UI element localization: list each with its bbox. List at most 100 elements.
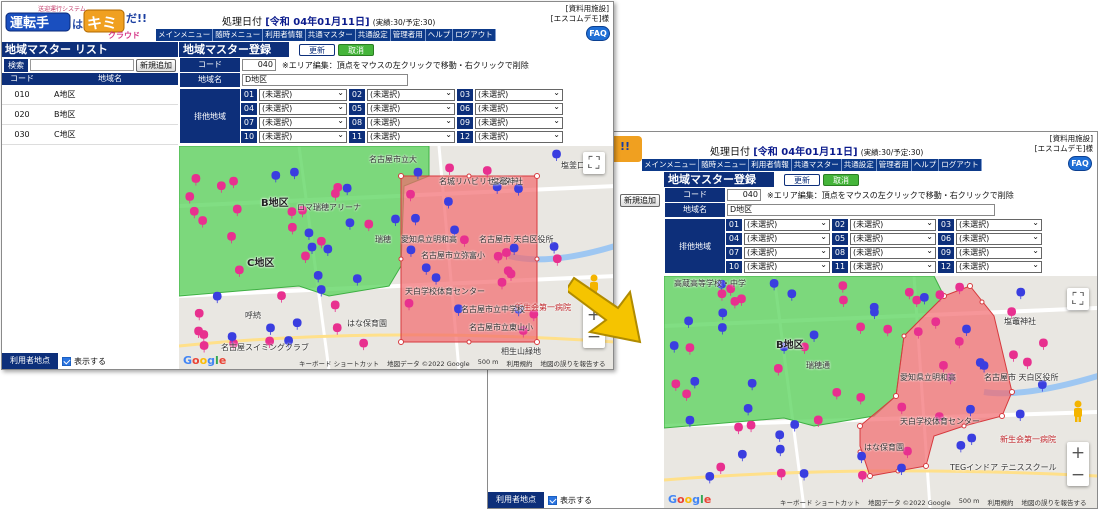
exclusive-slot-number: 06: [457, 103, 473, 115]
map-canvas-2[interactable]: [664, 276, 1097, 508]
show-users-checkbox[interactable]: [62, 356, 71, 366]
exclusive-slot-number: 01: [241, 89, 257, 101]
exclusive-area-select[interactable]: (未選択): [259, 103, 347, 115]
menu-item[interactable]: ヘルプ: [425, 29, 454, 41]
region-name: A地区: [54, 90, 76, 99]
user-points-toggle: 利用者地点 表示する: [2, 353, 178, 369]
menu-item[interactable]: メインメニュー: [156, 29, 214, 41]
exclusive-area-select[interactable]: (未選択): [956, 219, 1042, 231]
menu-item[interactable]: ヘルプ: [911, 159, 940, 171]
exclusive-areas-2: 排他地域 01(未選択)02(未選択)03(未選択)04(未選択)05(未選択)…: [664, 219, 1097, 273]
exclusive-area-select[interactable]: (未選択): [744, 233, 830, 245]
map-attribution-item: 500 m: [477, 358, 499, 366]
map-attribution-item[interactable]: キーボード ショートカット: [780, 497, 860, 507]
menu-item[interactable]: 随時メニュー: [699, 159, 750, 171]
menu-item[interactable]: 管理者用: [390, 29, 426, 41]
name-input-2[interactable]: D地区: [727, 204, 995, 216]
form-title-2: 地域マスター登録: [664, 172, 774, 187]
table-row[interactable]: 010 A地区: [2, 85, 178, 105]
exclusive-area-select[interactable]: (未選択): [367, 117, 455, 129]
update-button-2[interactable]: 更新: [784, 173, 820, 186]
faq-button-2[interactable]: FAQ: [1068, 156, 1092, 171]
name-input[interactable]: D地区: [242, 74, 408, 86]
menu-item[interactable]: 管理者用: [876, 159, 912, 171]
map-label-b-district-2: B地区: [776, 340, 804, 351]
menu-item[interactable]: 利用者情報: [263, 29, 306, 41]
map-view-2[interactable]: B地区 愛知県立明和高 名古屋市 天白区役所 天白学校体育センター 新生会第一病…: [664, 276, 1097, 508]
cancel-button-2[interactable]: 取消: [823, 173, 859, 186]
new-region-button-2[interactable]: 新規追加: [620, 194, 660, 207]
street-view-pegman-icon-2[interactable]: [1071, 400, 1085, 422]
map-label-mizuho-b: 瑞穂通: [806, 361, 830, 370]
edit-note-2: ※エリア編集：頂点をマウスの左クリックで移動・右クリックで削除: [767, 190, 1014, 200]
exclusive-area-select[interactable]: (未選択): [956, 247, 1042, 259]
fullscreen-button[interactable]: ⛶: [583, 152, 605, 174]
col-code-header: コード: [10, 74, 34, 83]
google-logo: Google: [183, 354, 227, 367]
exclusive-area-select[interactable]: (未選択): [475, 89, 563, 101]
show-users-checkbox-2[interactable]: [548, 495, 557, 505]
menu-item[interactable]: ログアウト: [939, 159, 982, 171]
main-menu-2: メインメニュー 随時メニュー 利用者情報 共通マスター 共通設定 管理者用 ヘルプ ログアウト: [642, 159, 982, 171]
map-attribution-item: 地図データ ©2022 Google: [387, 360, 470, 368]
exclusive-area-select[interactable]: (未選択): [744, 219, 830, 231]
exclusive-area-select[interactable]: (未選択): [744, 261, 830, 273]
exclusive-grid-2: 01(未選択)02(未選択)03(未選択)04(未選択)05(未選択)06(未選…: [726, 219, 1042, 273]
map-label-shiogamaguchi: 塩釜口: [561, 161, 585, 170]
menu-item[interactable]: ログアウト: [453, 29, 496, 41]
exclusive-area-select[interactable]: (未選択): [850, 247, 936, 259]
exclusive-area-select[interactable]: (未選択): [744, 247, 830, 259]
svg-text:運転手: 運転手: [10, 15, 49, 31]
show-users-label-2: 表示する: [560, 495, 592, 505]
exclusive-area-select[interactable]: (未選択): [367, 89, 455, 101]
fullscreen-button-2[interactable]: ⛶: [1067, 288, 1089, 310]
main-menu: メインメニュー 随時メニュー 利用者情報 共通マスター 共通設定 管理者用 ヘルプ ログアウト: [156, 29, 496, 41]
cancel-button[interactable]: 取消: [338, 43, 374, 56]
new-region-button[interactable]: 新規追加: [136, 58, 176, 72]
zoom-out-button-2[interactable]: −: [1067, 464, 1089, 486]
faq-button[interactable]: FAQ: [586, 26, 610, 41]
exclusive-area-select[interactable]: (未選択): [367, 103, 455, 115]
map-canvas[interactable]: [179, 146, 613, 369]
menu-item[interactable]: 共通マスター: [305, 29, 356, 41]
code-input[interactable]: 040: [242, 59, 276, 71]
map-view[interactable]: B地区 C地区 愛知県立明和高 名古屋市 天白区役所 天白学校体育センター 新生…: [179, 146, 613, 369]
map-attribution-item[interactable]: 利用規約: [988, 497, 1014, 507]
menu-item[interactable]: メインメニュー: [642, 159, 700, 171]
exclusive-area-select[interactable]: (未選択): [956, 233, 1042, 245]
map-attribution-item[interactable]: キーボード ショートカット: [299, 358, 379, 368]
search-input[interactable]: [30, 59, 134, 71]
user-points-toggle-2: 利用者地点 表示する: [488, 492, 662, 508]
map-attribution-item[interactable]: 地図の誤りを報告する: [541, 358, 606, 368]
map-attribution-item[interactable]: 利用規約: [507, 358, 533, 368]
menu-item[interactable]: 共通設定: [841, 159, 877, 171]
exclusive-slot-number: 10: [241, 131, 257, 143]
menu-item[interactable]: 共通設定: [355, 29, 391, 41]
code-row-2: コード 040 ※エリア編集：頂点をマウスの左クリックで移動・右クリックで削除: [664, 188, 1097, 202]
exclusive-area-select[interactable]: (未選択): [259, 117, 347, 129]
zoom-in-button-2[interactable]: +: [1067, 442, 1089, 464]
table-row[interactable]: 020 B地区: [2, 105, 178, 125]
map-label-ward-office: 名古屋市 天白区役所: [479, 235, 554, 244]
menu-item[interactable]: 随時メニュー: [213, 29, 264, 41]
menu-item[interactable]: 利用者情報: [749, 159, 792, 171]
exclusive-area-select[interactable]: (未選択): [367, 131, 455, 143]
exclusive-area-select[interactable]: (未選択): [475, 117, 563, 129]
exclusive-area-select[interactable]: (未選択): [850, 219, 936, 231]
code-input-2[interactable]: 040: [727, 189, 761, 201]
table-row[interactable]: 030 C地区: [2, 125, 178, 145]
user-points-label: 利用者地点: [2, 353, 58, 369]
exclusive-area-select[interactable]: (未選択): [475, 131, 563, 143]
exclusive-area-select[interactable]: (未選択): [850, 261, 936, 273]
menu-item[interactable]: 共通マスター: [791, 159, 842, 171]
update-button[interactable]: 更新: [299, 43, 335, 56]
exclusive-area-select[interactable]: (未選択): [475, 103, 563, 115]
exclusive-slot-number: 04: [241, 103, 257, 115]
exclusive-area-select[interactable]: (未選択): [956, 261, 1042, 273]
map-label-b-district: B地区: [261, 198, 289, 209]
exclusive-area-select[interactable]: (未選択): [259, 131, 347, 143]
exclusive-area-select[interactable]: (未選択): [259, 89, 347, 101]
exclusive-slot-number: 10: [726, 261, 742, 273]
exclusive-area-select[interactable]: (未選択): [850, 233, 936, 245]
map-attribution-item[interactable]: 地図の誤りを報告する: [1022, 497, 1087, 507]
